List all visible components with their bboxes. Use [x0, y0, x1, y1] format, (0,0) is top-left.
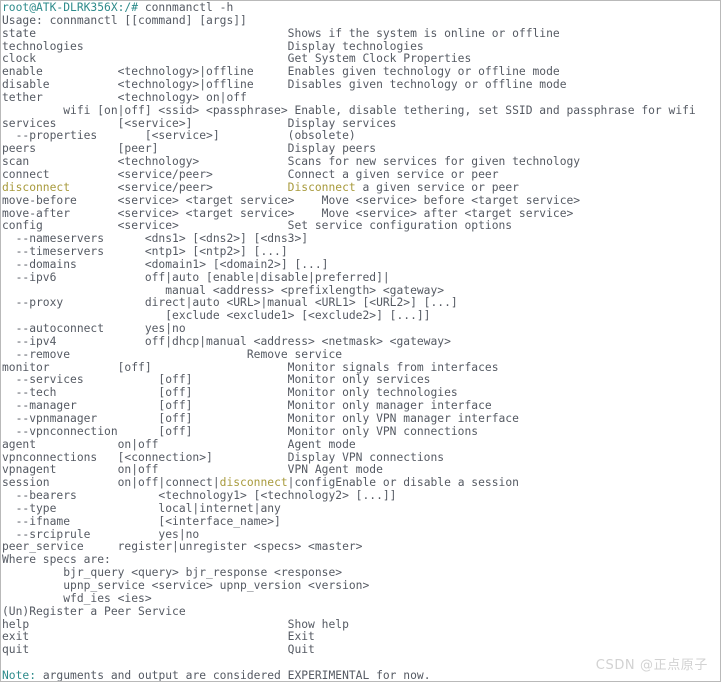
terminal-text: --ipv4 off|dhcp|manual <address> <netmas…	[2, 334, 451, 348]
terminal-text: session on|off|connect|	[2, 476, 220, 490]
terminal-text: disable <technology>|offline Disables gi…	[2, 78, 567, 92]
highlighted-keyword: disconnect	[219, 476, 288, 490]
terminal-text: wfd_ies <ies>	[2, 591, 152, 605]
terminal-text: peer_service register|unregister <specs>…	[2, 540, 363, 554]
shell-prompt: root@ATK-DLRK356X:/#	[2, 1, 145, 14]
terminal-text: --bearers <technology1> [<technology2> […	[2, 489, 397, 503]
terminal-text: move-after <service> <target service> Mo…	[2, 206, 574, 220]
terminal-text: connmanctl -h	[144, 1, 234, 14]
terminal-text: scan <technology> Scans for new services…	[2, 155, 581, 169]
terminal-text: a given service or peer	[355, 180, 519, 194]
highlighted-keyword: Disconnect	[287, 180, 356, 194]
terminal-text: --services [off] Monitor only services	[2, 373, 431, 387]
terminal-text: services [<service>] Display services	[2, 116, 397, 130]
terminal-text: vpnconnections [<connection>] Display VP…	[2, 450, 445, 464]
terminal-text: --vpnmanager [off] Monitor only VPN mana…	[2, 412, 519, 425]
terminal-text: Usage: connmanctl [[command] [args]]	[2, 13, 247, 27]
terminal-text: tether <technology> on|off	[2, 90, 247, 104]
terminal-text: --autoconnect yes|no	[2, 322, 186, 336]
terminal-text: exit Exit	[2, 630, 315, 644]
terminal-text: wifi [on|off] <ssid> <passphrase> Enable…	[2, 103, 696, 117]
terminal-text: upnp_service <service> upnp_version <ver…	[2, 578, 370, 592]
terminal-window: root@ATK-DLRK356X:/# connmanctl -h Usage:…	[0, 0, 721, 682]
terminal-text: manual <address> <prefixlength> <gateway…	[2, 283, 445, 297]
terminal-text: move-before <service> <target service> M…	[2, 193, 581, 207]
terminal-text: vpnagent on|off VPN Agent mode	[2, 463, 383, 477]
terminal-text: --manager [off] Monitor only manager int…	[2, 399, 492, 413]
terminal-text: clock Get System Clock Properties	[2, 52, 472, 66]
terminal-text: --srciprule yes|no	[2, 527, 200, 541]
terminal-text: peers [peer] Display peers	[2, 142, 377, 156]
terminal-line: Note: arguments and output are considere…	[2, 668, 720, 681]
terminal-text: --ifname [<interface_name>]	[2, 514, 281, 528]
terminal-line: quit Quit	[2, 643, 720, 657]
terminal-text: --domains <domain1> [<domain2>] [...]	[2, 257, 329, 271]
terminal-output-area[interactable]: root@ATK-DLRK356X:/# connmanctl -h Usage:…	[1, 1, 720, 681]
terminal-text: connect <service/peer> Connect a given s…	[2, 167, 499, 181]
terminal-text: technologies Display technologies	[2, 39, 424, 53]
terminal-text: quit Quit	[2, 643, 315, 657]
terminal-text: --remove Remove service	[2, 347, 343, 361]
terminal-text: --nameservers <dns1> [<dns2>] [<dns3>]	[2, 232, 309, 246]
terminal-text: |configEnable or disable a session	[287, 476, 519, 490]
terminal-text: (Un)Register a Peer Service	[2, 604, 186, 618]
terminal-text: --type local|internet|any	[2, 501, 281, 515]
highlighted-keyword: disconnect	[2, 180, 71, 194]
terminal-text: agent on|off Agent mode	[2, 437, 356, 451]
terminal-text: --timeservers <ntp1> [<ntp2>] [...]	[2, 245, 288, 259]
terminal-text: help Show help	[2, 617, 349, 631]
terminal-text: enable <technology>|offline Enables give…	[2, 65, 560, 79]
note-label: Note:	[2, 668, 37, 681]
terminal-text: monitor [off] Monitor signals from inter…	[2, 360, 499, 374]
terminal-text: <service/peer>	[70, 180, 288, 194]
terminal-text: arguments and output are considered EXPE…	[36, 668, 431, 681]
terminal-text: --ipv6 off|auto [enable|disable|preferre…	[2, 270, 390, 284]
terminal-text: state Shows if the system is online or o…	[2, 26, 560, 40]
terminal-text: --vpnconnection [off] Monitor only VPN c…	[2, 424, 479, 438]
terminal-text: Where specs are:	[2, 553, 111, 567]
terminal-text: --proxy direct|auto <URL>|manual <URL1> …	[2, 296, 458, 310]
terminal-text: --properties [<service>] (obsolete)	[2, 129, 356, 143]
terminal-text: config <service> Set service configurati…	[2, 219, 513, 233]
terminal-text: --tech [off] Monitor only technologies	[2, 386, 458, 400]
terminal-text: [exclude <exclude1> [<exclude2>] [...]]	[2, 309, 431, 323]
terminal-text: bjr_query <query> bjr_response <response…	[2, 566, 343, 580]
